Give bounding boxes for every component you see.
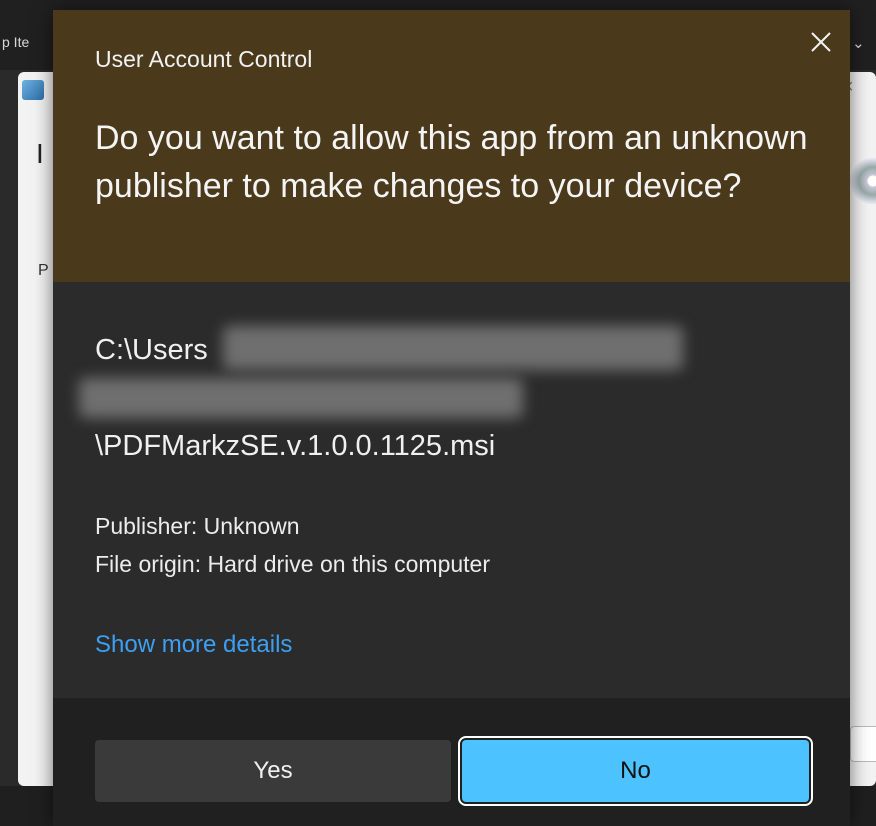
file-origin-info: File origin: Hard drive on this computer <box>95 551 490 577</box>
yes-button[interactable]: Yes <box>95 740 451 802</box>
show-more-details-link[interactable]: Show more details <box>95 631 292 659</box>
background-text-fragment: P <box>38 262 49 279</box>
uac-header: User Account Control Do you want to allo… <box>53 10 850 282</box>
background-button[interactable] <box>850 726 876 762</box>
uac-question: Do you want to allow this app from an un… <box>95 119 808 205</box>
file-path-name: \PDFMarkzSE.v.1.0.0.1125.msi <box>95 430 496 462</box>
close-button[interactable] <box>800 24 842 60</box>
close-icon <box>811 32 831 52</box>
background-title: p Ite <box>2 34 30 50</box>
background-heading-fragment: I <box>36 138 44 169</box>
file-path-prefix: C:\Users <box>95 334 208 366</box>
redacted-path-segment <box>79 378 523 418</box>
uac-dialog: User Account Control Do you want to allo… <box>53 10 850 826</box>
installer-app-icon <box>22 80 44 100</box>
uac-footer: Yes No <box>53 698 850 826</box>
redacted-path-segment <box>223 326 683 370</box>
publisher-info: Publisher: Unknown <box>95 513 300 539</box>
uac-body: C:\Users \PDFMarkzSE.v.1.0.0.1125.msi Pu… <box>53 282 850 698</box>
dialog-title: User Account Control <box>95 46 313 72</box>
no-button[interactable]: No <box>458 736 813 806</box>
chevron-down-icon[interactable]: ⌄ <box>852 34 865 52</box>
